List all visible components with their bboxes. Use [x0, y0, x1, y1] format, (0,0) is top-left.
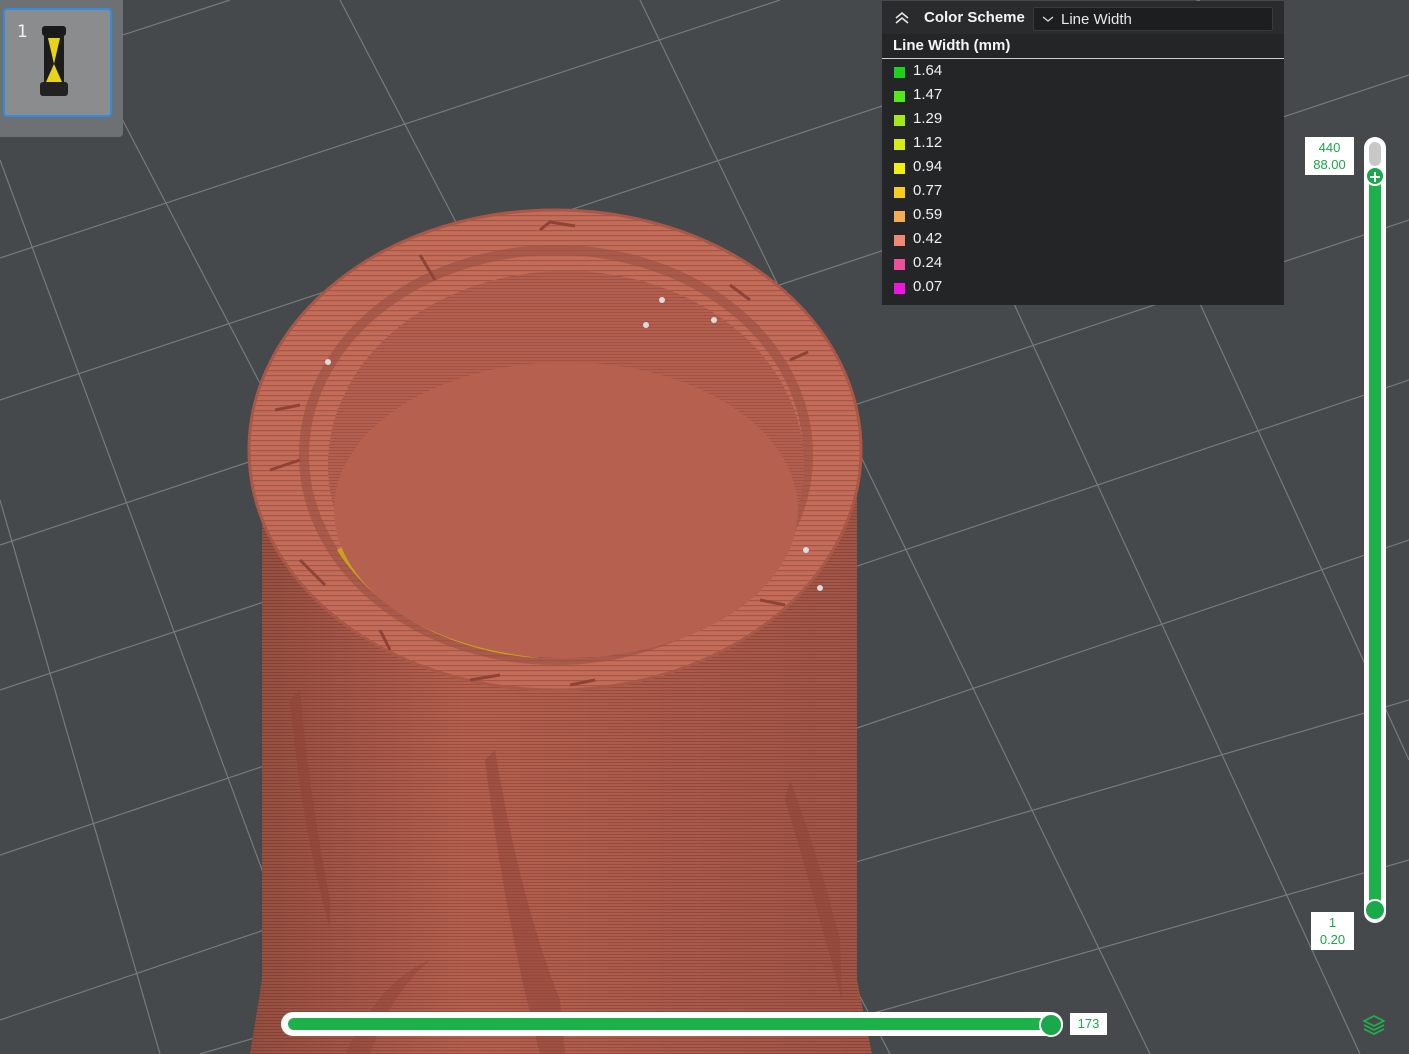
legend-swatch: [894, 211, 905, 222]
legend-value: 0.59: [913, 206, 943, 223]
color-scheme-value: Line Width: [1061, 11, 1132, 28]
color-scheme-label: Color Scheme: [924, 9, 1025, 26]
legend-swatch: [894, 67, 905, 78]
legend-swatch: [894, 187, 905, 198]
legend-value: 1.12: [913, 134, 943, 151]
top-layer-height: 88.00: [1313, 157, 1346, 172]
legend-title: Line Width (mm): [893, 37, 1011, 54]
layer-slider-bottom-handle[interactable]: [1364, 899, 1386, 921]
legend-value: 0.94: [913, 158, 943, 175]
legend-swatch: [894, 235, 905, 246]
model-thumbnail-icon: [40, 26, 68, 96]
layer-slider-range: [1369, 170, 1381, 912]
move-slider-value: 173: [1070, 1013, 1107, 1035]
layer-slider-top-handle[interactable]: [1365, 166, 1385, 186]
move-slider-range: [288, 1018, 1052, 1030]
legend-value: 1.64: [913, 62, 943, 79]
legend-swatch: [894, 259, 905, 270]
legend-swatch: [894, 283, 905, 294]
legend-swatch: [894, 139, 905, 150]
bottom-layer-height: 0.20: [1319, 932, 1346, 947]
legend-value: 0.07: [913, 278, 943, 295]
legend-value: 0.42: [913, 230, 943, 247]
plate-thumbnail[interactable]: 1: [0, 0, 123, 137]
layers-icon[interactable]: [1362, 1014, 1386, 1036]
legend-value: 0.24: [913, 254, 943, 271]
layer-slider-unused: [1369, 142, 1381, 166]
legend-value: 1.29: [913, 110, 943, 127]
legend-header: Color Scheme Line Width: [882, 1, 1284, 34]
color-scheme-legend: Color Scheme Line Width Line Width (mm) …: [882, 1, 1284, 305]
bottom-layer-number: 1: [1328, 915, 1337, 930]
legend-divider: [882, 58, 1284, 59]
bottom-layer-tag: 1 0.20: [1311, 912, 1354, 950]
legend-swatch: [894, 163, 905, 174]
chevrons-up-icon[interactable]: [894, 11, 910, 25]
plate-number: 1: [17, 22, 28, 42]
legend-swatch: [894, 91, 905, 102]
chevron-down-icon: [1042, 16, 1054, 22]
top-layer-number: 440: [1318, 140, 1341, 155]
legend-value: 1.47: [913, 86, 943, 103]
legend-value: 0.77: [913, 182, 943, 199]
top-layer-tag: 440 88.00: [1305, 137, 1354, 175]
legend-swatch: [894, 115, 905, 126]
model-preview: [247, 208, 872, 1054]
color-scheme-select[interactable]: Line Width: [1033, 7, 1273, 31]
move-slider-handle[interactable]: [1039, 1013, 1063, 1037]
